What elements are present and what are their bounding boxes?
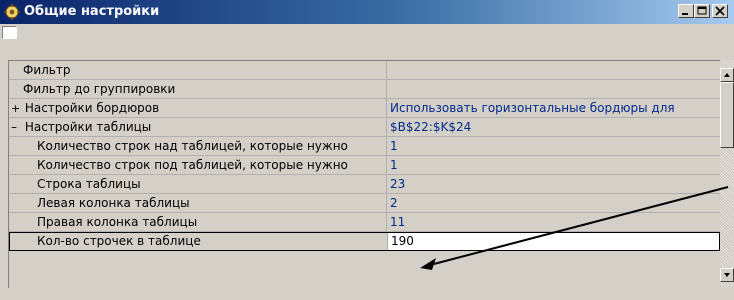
property-value[interactable]: 1 [387, 137, 720, 155]
toolbar [0, 24, 734, 60]
property-value-editor[interactable]: 190 [388, 233, 720, 250]
property-label: Количество строк под таблицей, которые н… [37, 158, 348, 172]
property-name: Кол-во строчек в таблице [10, 233, 388, 250]
close-button[interactable] [712, 4, 728, 18]
property-value[interactable]: Использовать горизонтальные бордюры для [387, 99, 720, 117]
minimize-button[interactable] [678, 4, 694, 18]
up-arrow-icon [724, 73, 730, 77]
property-row[interactable]: Фильтр [9, 61, 720, 80]
expand-icon[interactable]: + [11, 100, 21, 117]
scroll-down-button[interactable] [720, 268, 734, 282]
minimize-icon [682, 13, 688, 15]
scroll-up-button[interactable] [720, 68, 734, 82]
property-name: Строка таблицы [9, 175, 387, 193]
vertical-scrollbar[interactable] [720, 60, 734, 288]
property-name: + Настройки бордюров [9, 99, 387, 117]
property-row[interactable]: Количество строк под таблицей, которые н… [9, 156, 720, 175]
grid-empty-area [9, 251, 720, 288]
property-value[interactable] [387, 80, 720, 98]
property-value[interactable]: 11 [387, 213, 720, 231]
property-grid: Фильтр Фильтр до группировки + Настройки… [8, 60, 720, 288]
property-label: Строка таблицы [37, 177, 141, 191]
property-row[interactable]: Правая колонка таблицы 11 [9, 213, 720, 232]
property-label: Левая колонка таблицы [37, 196, 190, 210]
property-name: Количество строк над таблицей, которые н… [9, 137, 387, 155]
property-label: Фильтр [23, 63, 71, 77]
title-bar: Общие настройки [0, 0, 734, 24]
maximize-button[interactable] [694, 4, 710, 18]
property-row[interactable]: + Настройки бордюров Использовать горизо… [9, 99, 720, 118]
property-name: Количество строк под таблицей, которые н… [9, 156, 387, 174]
property-name: Фильтр до группировки [9, 80, 387, 98]
property-value[interactable] [387, 61, 720, 79]
property-label: Количество строк над таблицей, которые н… [37, 139, 348, 153]
property-label: Настройки бордюров [24, 101, 160, 115]
window-title: Общие настройки [24, 4, 160, 19]
property-label: Кол-во строчек в таблице [37, 234, 201, 248]
property-row[interactable]: Левая колонка таблицы 2 [9, 194, 720, 213]
property-row[interactable]: – Настройки таблицы $B$22:$K$24 [9, 118, 720, 137]
property-name: Правая колонка таблицы [9, 213, 387, 231]
property-value[interactable]: 23 [387, 175, 720, 193]
property-name: Фильтр [9, 61, 387, 79]
property-name: Левая колонка таблицы [9, 194, 387, 212]
collapse-icon[interactable]: – [11, 118, 21, 136]
property-label: Правая колонка таблицы [37, 215, 198, 229]
property-value[interactable]: $B$22:$K$24 [387, 118, 720, 136]
close-icon [715, 6, 725, 16]
property-label: Фильтр до группировки [23, 82, 176, 96]
settings-app-icon [3, 3, 21, 21]
down-arrow-icon [724, 273, 730, 277]
property-row[interactable]: Количество строк над таблицей, которые н… [9, 137, 720, 156]
property-name: – Настройки таблицы [9, 118, 387, 136]
toolbar-toggle-checkbox[interactable] [2, 26, 17, 39]
property-value[interactable]: 1 [387, 156, 720, 174]
status-bar [0, 288, 734, 300]
property-row[interactable]: Фильтр до группировки [9, 80, 720, 99]
property-value[interactable]: 2 [387, 194, 720, 212]
scroll-thumb[interactable] [720, 82, 734, 148]
property-row[interactable]: Строка таблицы 23 [9, 175, 720, 194]
property-label: Настройки таблицы [24, 120, 152, 134]
property-row-selected[interactable]: Кол-во строчек в таблице 190 [9, 232, 720, 251]
